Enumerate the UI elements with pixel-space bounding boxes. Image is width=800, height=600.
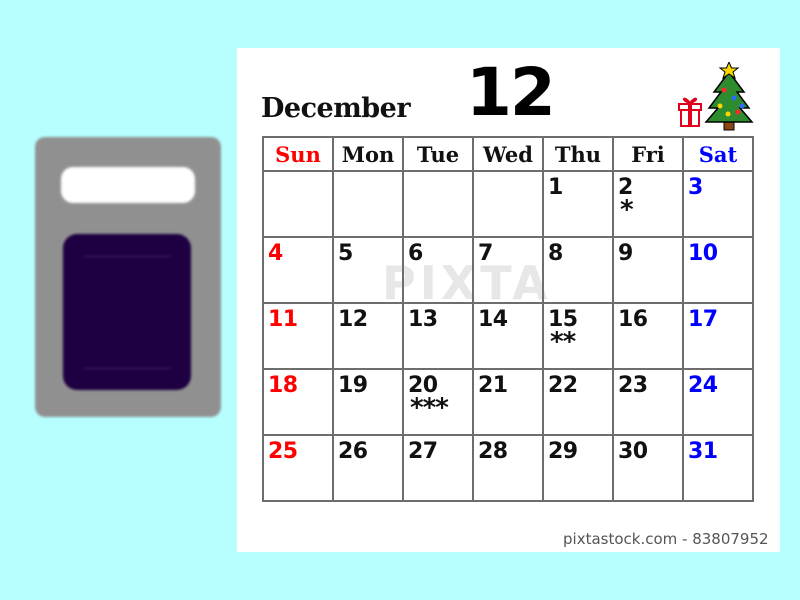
- day-number: 22: [548, 373, 578, 398]
- day-number: 9: [618, 241, 633, 266]
- day-cell: [472, 170, 544, 238]
- day-cell: 3: [682, 170, 754, 238]
- day-cell: 13: [402, 302, 474, 370]
- widget-screen: [63, 234, 191, 390]
- week-row: 11 12 13 14 15 ** 16 17: [262, 302, 754, 370]
- day-cell: 5: [332, 236, 404, 304]
- day-number: 10: [688, 241, 718, 266]
- day-cell: 23: [612, 368, 684, 436]
- day-cell: 12: [332, 302, 404, 370]
- stock-caption: pixtastock.com - 83807952: [563, 530, 769, 548]
- day-number: 7: [478, 241, 493, 266]
- weekday-header-thu: Thu: [542, 136, 614, 172]
- day-number: 5: [338, 241, 353, 266]
- day-number: 8: [548, 241, 563, 266]
- weekday-header-fri: Fri: [612, 136, 684, 172]
- day-cell: 16: [612, 302, 684, 370]
- calendar-card: December 12 Sun Mon Tue Wed Thu Fri Sat: [237, 48, 780, 552]
- month-number: 12: [466, 54, 556, 131]
- day-cell: 28: [472, 434, 544, 502]
- day-number: 26: [338, 439, 368, 464]
- month-name: December: [261, 93, 411, 124]
- day-cell: [402, 170, 474, 238]
- day-marks: **: [550, 327, 576, 357]
- weekday-header-sat: Sat: [682, 136, 754, 172]
- blurred-device-widget: [35, 137, 221, 417]
- day-number: 16: [618, 307, 648, 332]
- day-number: 21: [478, 373, 508, 398]
- day-cell: 27: [402, 434, 474, 502]
- day-cell: 2 *: [612, 170, 684, 238]
- day-cell: 21: [472, 368, 544, 436]
- day-number: 19: [338, 373, 368, 398]
- day-number: 18: [268, 373, 298, 398]
- weekday-header-wed: Wed: [472, 136, 544, 172]
- weekday-header-sun: Sun: [262, 136, 334, 172]
- day-cell: 1: [542, 170, 614, 238]
- week-row: 18 19 20 *** 21 22 23 24: [262, 368, 754, 436]
- day-cell: 7: [472, 236, 544, 304]
- week-row: 1 2 * 3: [262, 170, 754, 238]
- day-cell: 25: [262, 434, 334, 502]
- day-cell: 24: [682, 368, 754, 436]
- day-number: 4: [268, 241, 283, 266]
- day-cell: 22: [542, 368, 614, 436]
- day-number: 3: [688, 175, 703, 200]
- day-cell: 8: [542, 236, 614, 304]
- weekday-header-tue: Tue: [402, 136, 474, 172]
- day-cell: [262, 170, 334, 238]
- day-number: 11: [268, 307, 298, 332]
- day-cell: 18: [262, 368, 334, 436]
- day-cell: 26: [332, 434, 404, 502]
- day-number: 14: [478, 307, 508, 332]
- day-number: 30: [618, 439, 648, 464]
- day-cell: 9: [612, 236, 684, 304]
- day-number: 24: [688, 373, 718, 398]
- day-cell: 30: [612, 434, 684, 502]
- day-number: 25: [268, 439, 298, 464]
- day-cell: 6: [402, 236, 474, 304]
- day-number: 13: [408, 307, 438, 332]
- day-number: 12: [338, 307, 368, 332]
- week-row: 25 26 27 28 29 30 31: [262, 434, 754, 502]
- widget-header-bar: [61, 167, 195, 203]
- day-cell: 31: [682, 434, 754, 502]
- day-cell: 11: [262, 302, 334, 370]
- day-number: 28: [478, 439, 508, 464]
- day-marks: ***: [410, 393, 449, 423]
- day-cell: 15 **: [542, 302, 614, 370]
- christmas-tree-icon: [704, 62, 754, 131]
- weekday-header-row: Sun Mon Tue Wed Thu Fri Sat: [262, 136, 754, 172]
- day-marks: *: [620, 195, 634, 225]
- gift-icon: [678, 97, 702, 127]
- day-number: 29: [548, 439, 578, 464]
- day-number: 27: [408, 439, 438, 464]
- weekday-header-mon: Mon: [332, 136, 404, 172]
- day-number: 1: [548, 175, 563, 200]
- calendar-body: 1 2 * 3 4 5 6 7 8 9 10 11 12 13 14 15 ** 16 17 18 19 20 *** 21 2…: [262, 170, 754, 502]
- day-number: 17: [688, 307, 718, 332]
- day-cell: 4: [262, 236, 334, 304]
- day-cell: [332, 170, 404, 238]
- day-number: 31: [688, 439, 718, 464]
- calendar-grid: Sun Mon Tue Wed Thu Fri Sat 1 2 * 3 4 5 6 7 8 9 10…: [262, 136, 754, 502]
- day-number: 23: [618, 373, 648, 398]
- week-row: 4 5 6 7 8 9 10: [262, 236, 754, 304]
- day-cell: 19: [332, 368, 404, 436]
- day-cell: 20 ***: [402, 368, 474, 436]
- day-cell: 17: [682, 302, 754, 370]
- day-number: 6: [408, 241, 423, 266]
- day-cell: 14: [472, 302, 544, 370]
- day-cell: 10: [682, 236, 754, 304]
- day-cell: 29: [542, 434, 614, 502]
